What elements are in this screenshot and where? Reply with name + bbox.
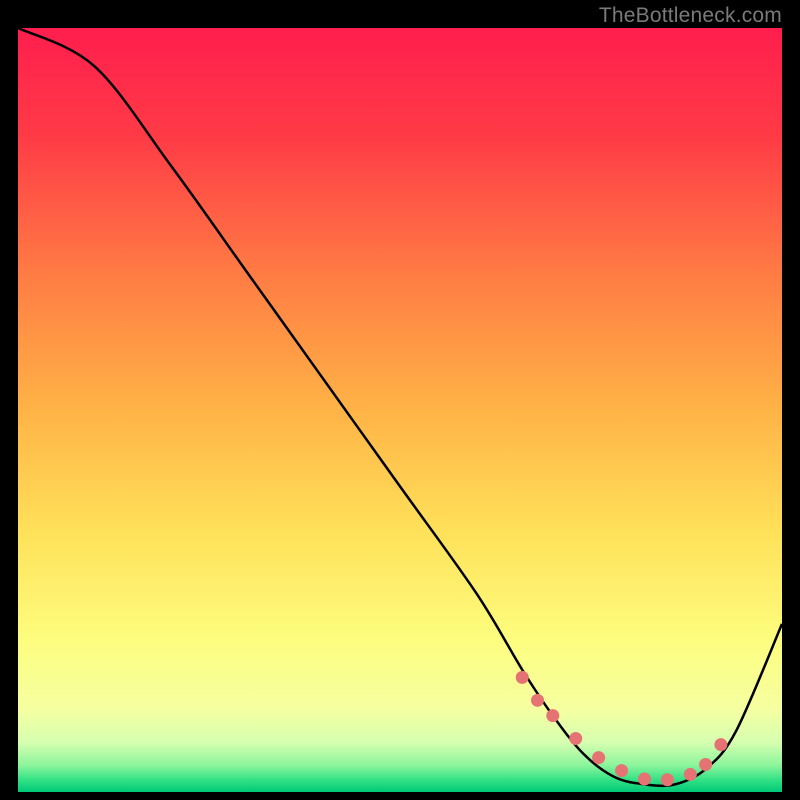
highlight-dot xyxy=(638,773,651,786)
chart-svg xyxy=(18,28,782,792)
highlight-dot xyxy=(516,671,529,684)
highlight-dot xyxy=(714,738,727,751)
highlight-dot xyxy=(684,768,697,781)
highlight-dot xyxy=(546,709,559,722)
highlight-dot xyxy=(699,758,712,771)
highlight-dot xyxy=(531,694,544,707)
plot-area xyxy=(18,28,782,792)
highlight-dot xyxy=(592,751,605,764)
highlight-dot xyxy=(615,764,628,777)
highlight-dot xyxy=(569,732,582,745)
watermark-text: TheBottleneck.com xyxy=(599,4,782,28)
chart-frame: TheBottleneck.com xyxy=(0,0,800,800)
highlight-dot xyxy=(661,773,674,786)
gradient-rect xyxy=(18,28,782,792)
